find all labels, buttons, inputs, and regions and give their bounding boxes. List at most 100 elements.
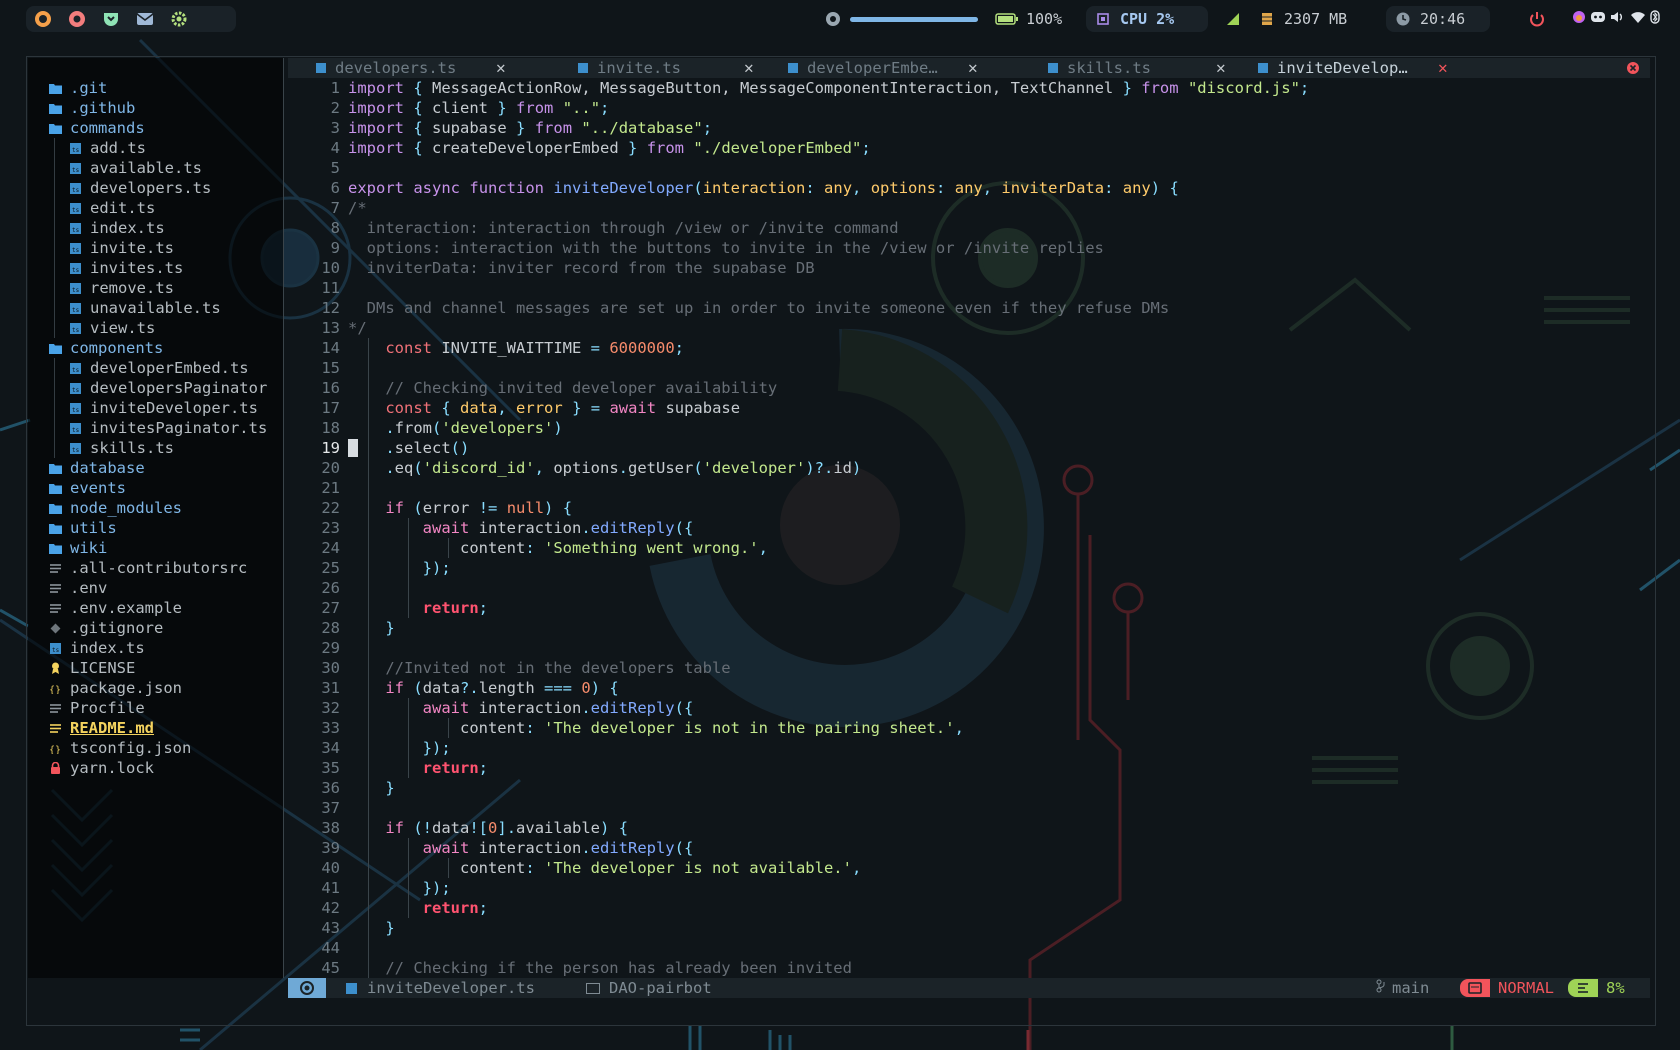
tree-file[interactable]: ts developers.ts: [68, 178, 211, 198]
svg-text:ts: ts: [72, 327, 80, 334]
tab-0[interactable]: developers.ts: [316, 58, 456, 78]
line-number: 7: [330, 199, 340, 217]
code-editor[interactable]: 1 import { MessageActionRow, MessageButto…: [288, 78, 1650, 978]
close-window-icon[interactable]: [1626, 61, 1640, 79]
folder-icon: [586, 982, 600, 994]
close-tab-icon[interactable]: ✕: [744, 58, 754, 78]
discord-icon[interactable]: [1590, 10, 1606, 24]
tree-file[interactable]: ts invites.ts: [68, 258, 183, 278]
wifi-icon[interactable]: [1630, 10, 1646, 24]
line-number: 27: [321, 599, 340, 617]
line-number: 13: [321, 319, 340, 337]
folder-icon: [48, 481, 62, 495]
tree-file[interactable]: ts available.ts: [68, 158, 202, 178]
tree-file[interactable]: README.md: [48, 718, 154, 738]
volume-slider[interactable]: [850, 16, 978, 22]
tab-3[interactable]: skills.ts: [1048, 58, 1151, 78]
tab-4[interactable]: inviteDevelop…: [1258, 58, 1408, 78]
close-tab-icon[interactable]: ✕: [1438, 58, 1448, 78]
close-tab-icon[interactable]: ✕: [1216, 58, 1226, 78]
tree-file[interactable]: yarn.lock: [48, 758, 154, 778]
tree-item-label: .all-contributorsrc: [70, 559, 248, 577]
tree-item-label: index.ts: [70, 639, 145, 657]
status-branch: main: [1376, 978, 1429, 998]
chrome-icon[interactable]: [66, 8, 88, 30]
code-text: export async function inviteDeveloper(in…: [348, 179, 1179, 197]
flame-icon[interactable]: [1572, 10, 1586, 24]
mail-icon[interactable]: [134, 8, 156, 30]
volume-icon[interactable]: [822, 8, 844, 30]
typescript-file-icon: ts: [68, 441, 82, 455]
tree-file[interactable]: ts developerEmbed.ts: [68, 358, 249, 378]
code-text: }: [385, 779, 395, 797]
settings-icon[interactable]: [168, 8, 190, 30]
tree-file[interactable]: .env.example: [48, 598, 182, 618]
indent-guide: [448, 718, 449, 738]
tree-file[interactable]: ts view.ts: [68, 318, 155, 338]
tree-folder[interactable]: events: [48, 478, 126, 498]
power-icon[interactable]: [1526, 8, 1548, 30]
tree-file[interactable]: ts inviteDeveloper.ts: [68, 398, 258, 418]
bluetooth-icon[interactable]: [1650, 10, 1660, 24]
tree-folder[interactable]: utils: [48, 518, 117, 538]
tree-item-label: skills.ts: [90, 439, 174, 457]
firefox-icon[interactable]: [32, 8, 54, 30]
tree-item-label: invites.ts: [90, 259, 184, 277]
tree-file[interactable]: {} tsconfig.json: [48, 738, 191, 758]
line-number: 44: [321, 939, 340, 957]
close-tab-icon[interactable]: ✕: [496, 58, 506, 78]
tree-file[interactable]: Procfile: [48, 698, 145, 718]
svg-text:{}: {}: [49, 745, 61, 754]
tree-file[interactable]: ts index.ts: [68, 218, 165, 238]
line-number: 4: [330, 139, 340, 157]
tree-file[interactable]: ts unavailable.ts: [68, 298, 221, 318]
tree-item-label: index.ts: [90, 219, 165, 237]
tree-folder[interactable]: .github: [48, 98, 135, 118]
tree-file[interactable]: .env: [48, 578, 107, 598]
tree-file[interactable]: ts developersPaginator: [68, 378, 267, 398]
tree-item-label: utils: [70, 519, 117, 537]
tree-file[interactable]: ts invite.ts: [68, 238, 174, 258]
tree-file[interactable]: {} package.json: [48, 678, 182, 698]
tree-folder[interactable]: components: [48, 338, 163, 358]
tree-folder[interactable]: database: [48, 458, 145, 478]
tree-file[interactable]: .gitignore: [48, 618, 163, 638]
tree-file[interactable]: LICENSE: [48, 658, 135, 678]
tab-bar: developers.ts ✕ invite.ts ✕ developerEmbe… ✕ s…: [288, 58, 1650, 78]
tree-file[interactable]: .all-contributorsrc: [48, 558, 247, 578]
tree-folder[interactable]: .git: [48, 78, 107, 98]
top-bar: 100% CPU 2% 2307 MB 20:46: [0, 0, 1680, 42]
network-icon: [1222, 8, 1244, 30]
svg-text:ts: ts: [72, 147, 80, 154]
svg-text:ts: ts: [52, 647, 60, 654]
tab-2[interactable]: developerEmbe…: [788, 58, 938, 78]
pocket-icon[interactable]: [100, 8, 122, 30]
line-number: 31: [321, 679, 340, 697]
battery-percent: 100%: [1026, 10, 1063, 28]
tab-1[interactable]: invite.ts: [578, 58, 681, 78]
code-text: return;: [422, 759, 488, 777]
tree-file[interactable]: ts skills.ts: [68, 438, 174, 458]
tree-item-label: invite.ts: [90, 239, 174, 257]
close-tab-icon[interactable]: ✕: [968, 58, 978, 78]
tree-file[interactable]: ts remove.ts: [68, 278, 174, 298]
code-text: // Checking if the person has already be…: [385, 959, 852, 977]
line-number: 2: [330, 99, 340, 117]
folder-icon: [48, 521, 62, 535]
line-number: 35: [321, 759, 340, 777]
folder-icon: [48, 81, 62, 95]
tree-file[interactable]: ts invitesPaginator.ts: [68, 418, 267, 438]
tree-file[interactable]: ts add.ts: [68, 138, 146, 158]
tree-folder[interactable]: wiki: [48, 538, 107, 558]
code-text: if (data?.length === 0) {: [385, 679, 619, 697]
tree-folder[interactable]: node_modules: [48, 498, 182, 518]
tree-item-label: inviteDeveloper.ts: [90, 399, 258, 417]
tree-folder[interactable]: commands: [48, 118, 145, 138]
tree-file[interactable]: ts edit.ts: [68, 198, 155, 218]
tree-file[interactable]: ts index.ts: [48, 638, 145, 658]
indent-guide: [408, 518, 409, 618]
memory-usage: 2307 MB: [1284, 10, 1348, 28]
memory-icon: [1256, 8, 1278, 30]
speaker-icon[interactable]: [1610, 10, 1626, 24]
tree-item-label: unavailable.ts: [90, 299, 221, 317]
